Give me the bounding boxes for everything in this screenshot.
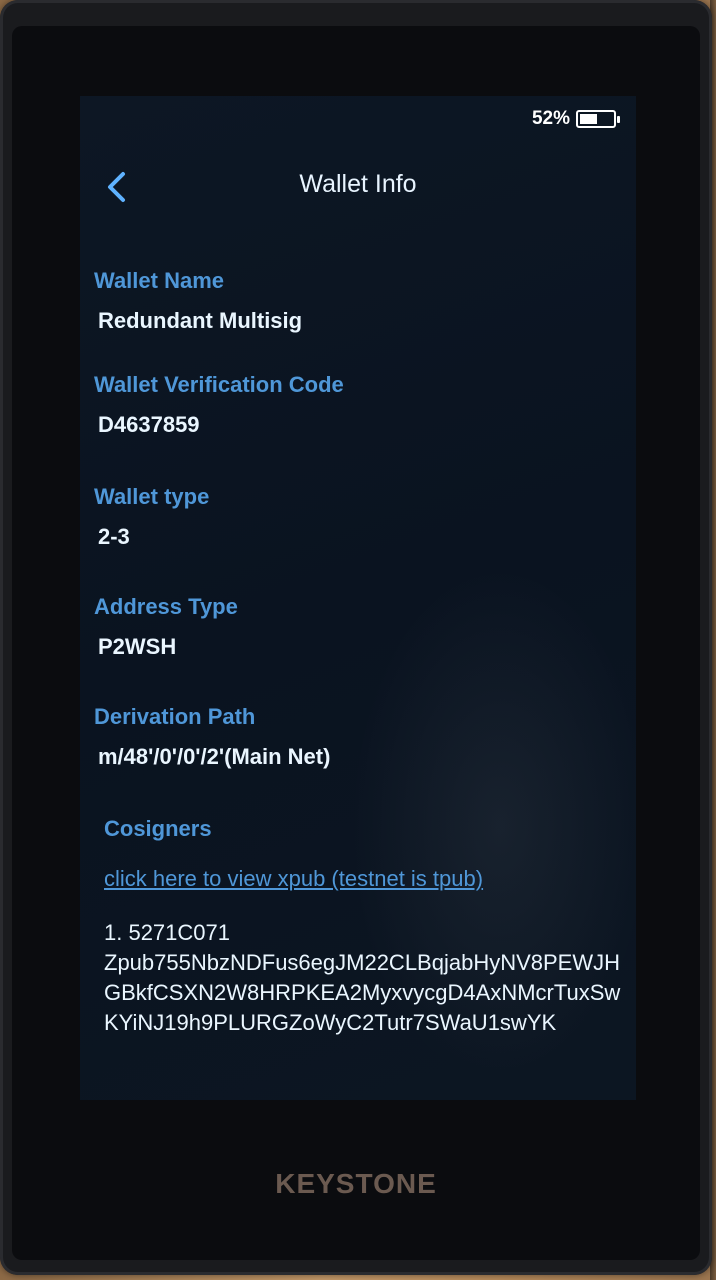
view-xpub-link[interactable]: click here to view xpub (testnet is tpub… [104, 866, 483, 892]
address-type-value: P2WSH [98, 634, 177, 659]
wallet-type-field: Wallet type 2-3 [94, 484, 209, 550]
cosigner-item: 1. 5271C071 Zpub755NbzNDFus6egJM22CLBqja… [104, 918, 624, 1038]
wallet-name-field: Wallet Name Redundant Multisig [94, 268, 302, 334]
status-bar: 52% [531, 108, 620, 130]
cosigner-fingerprint: 1. 5271C071 [104, 920, 230, 945]
derivation-path-value: m/48'/0'/0'/2'(Main Net) [98, 744, 331, 769]
cosigners-field: Cosigners [104, 816, 212, 842]
keystone-logo: KEYSTONE [275, 1168, 437, 1199]
derivation-path-label: Derivation Path [94, 704, 256, 729]
wallet-name-value: Redundant Multisig [98, 308, 303, 333]
keystone-device: 52% Wallet Info Wallet Name Redundant Mu… [0, 0, 712, 1275]
verification-code-field: Wallet Verification Code D4637859 [94, 372, 344, 438]
address-type-label: Address Type [94, 594, 238, 619]
verification-code-label: Wallet Verification Code [94, 372, 344, 397]
device-screen: 52% Wallet Info Wallet Name Redundant Mu… [80, 96, 636, 1100]
battery-fill [580, 114, 597, 124]
battery-percent: 52% [531, 108, 570, 129]
cosigners-label: Cosigners [104, 816, 212, 841]
wallet-name-label: Wallet Name [94, 268, 225, 293]
page-title: Wallet Info [299, 170, 417, 198]
verification-code-value: D4637859 [98, 412, 200, 437]
battery-icon [576, 110, 620, 128]
wallet-type-label: Wallet type [94, 484, 210, 509]
address-type-field: Address Type P2WSH [94, 594, 238, 660]
cosigner-xpub: Zpub755NbzNDFus6egJM22CLBqjabHyNV8PEWJHG… [104, 950, 621, 1035]
nav-bar: Wallet Info [80, 156, 636, 216]
derivation-path-field: Derivation Path m/48'/0'/0'/2'(Main Net) [94, 704, 330, 770]
wallet-type-value: 2-3 [98, 524, 130, 549]
